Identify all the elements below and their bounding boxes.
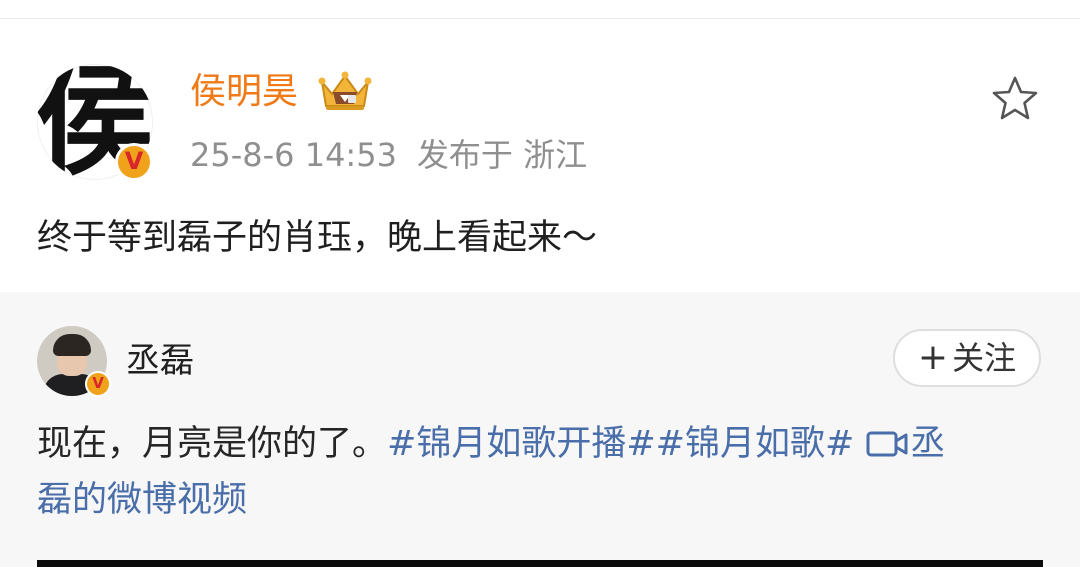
post-text: 终于等到磊子的肖珏，晚上看起来～ (37, 218, 598, 258)
plus-icon: + (917, 337, 949, 378)
repost-verified-badge-icon: V (85, 371, 111, 397)
post-timestamp: 25-8-6 14:53 (190, 136, 397, 174)
post-location: 浙江 (523, 136, 588, 174)
repost-text: 现在，月亮是你的了。#锦月如歌开播##锦月如歌# 丞 磊的微博视频 (37, 416, 1047, 528)
post-meta: 25-8-6 14:53 发布于 浙江 (190, 133, 587, 177)
repost-text-plain: 现在，月亮是你的了。 (37, 424, 388, 464)
follow-label: 关注 (952, 339, 1017, 377)
crown-badge-icon[interactable] (318, 70, 372, 112)
hashtag-link-1[interactable]: #锦月如歌开播# (387, 424, 656, 464)
repost-author-name[interactable]: 丞磊 (126, 338, 194, 384)
media-preview-top-edge (37, 560, 1043, 567)
follow-button[interactable]: + 关注 (893, 329, 1041, 387)
video-link-line1[interactable]: 丞 (910, 424, 945, 464)
verified-badge-icon: V (115, 143, 153, 181)
top-divider (0, 0, 1080, 19)
video-icon[interactable] (866, 429, 908, 459)
star-icon[interactable] (990, 74, 1040, 124)
repost-card[interactable]: V 丞磊 + 关注 现在，月亮是你的了。#锦月如歌开播##锦月如歌# 丞 磊的微博… (0, 292, 1080, 567)
author-avatar[interactable]: 侯 V (37, 64, 153, 181)
hashtag-link-2[interactable]: #锦月如歌# (656, 424, 855, 464)
location-prefix: 发布于 (416, 136, 513, 174)
video-link-line2[interactable]: 磊的微博视频 (37, 480, 247, 520)
repost-author-avatar[interactable]: V (37, 326, 111, 397)
author-name[interactable]: 侯明昊 (190, 68, 298, 116)
